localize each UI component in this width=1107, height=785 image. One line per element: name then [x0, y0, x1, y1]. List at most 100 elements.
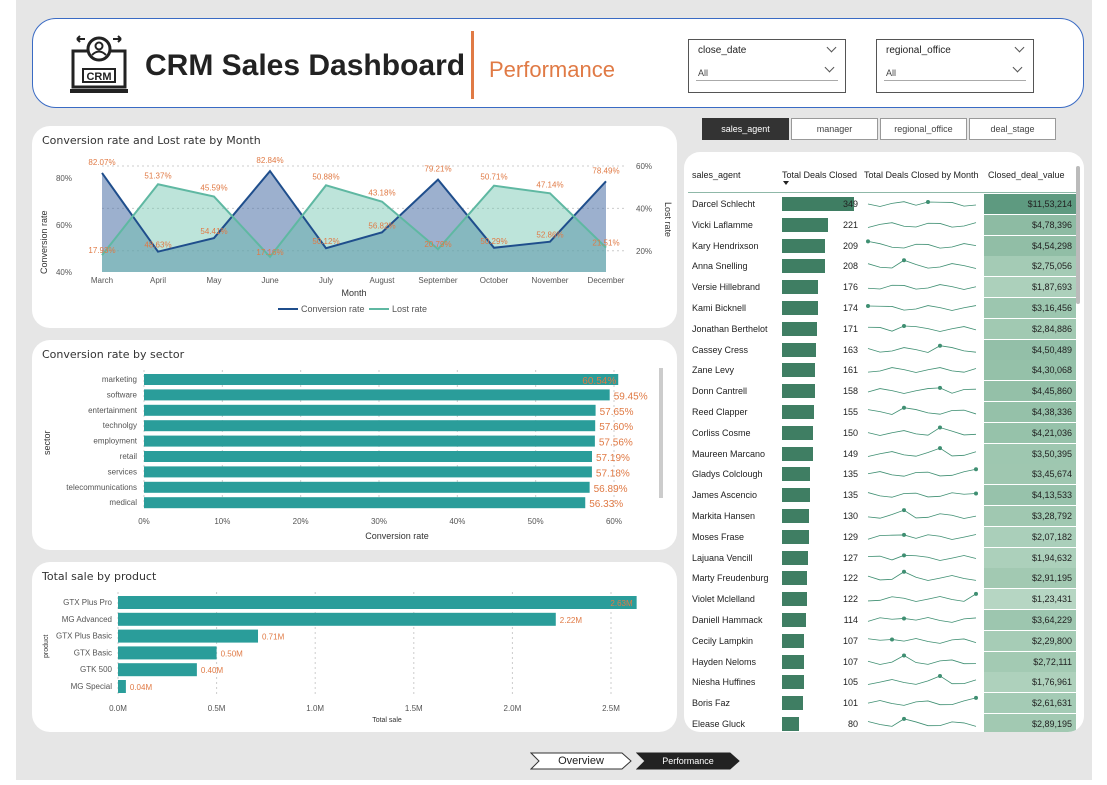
- slicer-value[interactable]: All: [886, 68, 896, 78]
- product-bar-chart[interactable]: 0.0M 0.5M 1.0M 1.5M 2.0M 2.5M GTX Plus Pro 2.63…: [32, 562, 677, 732]
- column-header-agent[interactable]: sales_agent: [692, 170, 741, 180]
- closed-deal-value: $2,91,195: [984, 568, 1076, 589]
- deals-bar: [782, 613, 806, 627]
- agent-name: Versie Hillebrand: [692, 282, 761, 293]
- agent-name: Cassey Cress: [692, 344, 749, 355]
- table-row[interactable]: Violet Mclelland 122 $1,23,431: [684, 589, 1076, 610]
- nav-overview-button[interactable]: Overview: [530, 752, 632, 770]
- x-axis-label: Month: [341, 288, 366, 298]
- sparkline-peak-dot: [902, 405, 906, 410]
- slicer-underline: [696, 80, 838, 81]
- lost-data-label: 21.51%: [592, 239, 619, 248]
- deals-value: 171: [842, 323, 858, 334]
- column-header-deals[interactable]: Total Deals Closed: [782, 170, 857, 180]
- deals-value: 122: [842, 594, 858, 605]
- chevron-down-icon[interactable]: [824, 62, 835, 73]
- table-row[interactable]: Jonathan Berthelot 171 $2,84,886: [684, 318, 1076, 339]
- sector-category-label: telecommunications: [66, 483, 137, 492]
- product-value-label: 0.71M: [262, 633, 285, 642]
- product-value-label: 0.50M: [221, 649, 244, 658]
- closed-deal-value: $2,29,800: [984, 630, 1076, 651]
- agent-name: Boris Faz: [692, 698, 731, 709]
- table-row[interactable]: Markita Hansen 130 $3,28,792: [684, 506, 1076, 526]
- monthly-sparkline: [867, 696, 978, 706]
- agent-name: Daniell Hammack: [692, 615, 763, 625]
- table-row[interactable]: Kami Bicknell 174 $3,16,456: [684, 298, 1076, 318]
- y-right-tick: 20%: [636, 247, 652, 256]
- product-bar: [118, 629, 259, 643]
- scrollbar[interactable]: [659, 368, 663, 498]
- sparkline-path: [867, 240, 977, 249]
- sector-category-label: medical: [109, 498, 137, 507]
- table-row[interactable]: Elease Gluck 80 $2,89,195: [684, 714, 1076, 732]
- x-tick: July: [319, 276, 333, 285]
- deals-bar: [782, 425, 813, 440]
- table-row[interactable]: Gladys Colclough 135 $3,45,674: [684, 464, 1076, 485]
- table-row[interactable]: Maureen Marcano 149 $3,50,395: [684, 443, 1076, 464]
- x-tick: March: [91, 276, 113, 285]
- table-row[interactable]: Moses Frase 129 $2,07,182: [684, 526, 1076, 547]
- conversion-lost-line-chart[interactable]: 80% 60% 40% 60% 40% 20% March April May June July A…: [32, 126, 677, 328]
- regional-office-slicer[interactable]: regional_office All: [876, 39, 1034, 93]
- table-row[interactable]: Niesha Huffines 105 $1,76,961: [684, 672, 1076, 693]
- table-row[interactable]: Marty Freudenburg 122 $2,91,195: [684, 568, 1076, 589]
- sector-category-label: software: [107, 390, 138, 399]
- closed-deal-value: $4,30,068: [984, 360, 1076, 381]
- sparkline-peak-dot: [902, 653, 906, 658]
- product-value-label: 2.63M: [610, 599, 633, 608]
- y-axis-right-label: Lost rate: [663, 202, 673, 237]
- sector-category-label: retail: [120, 452, 138, 461]
- column-header-value[interactable]: Closed_deal_value: [988, 170, 1065, 180]
- sparkline-peak-dot: [890, 637, 894, 642]
- sales-agent-table: sales_agent Total Deals Closed Total Dea…: [684, 152, 1084, 732]
- tab-deal-stage[interactable]: deal_stage: [969, 118, 1056, 140]
- deals-bar: [782, 675, 804, 690]
- table-row[interactable]: Hayden Neloms 107 $2,72,111: [684, 651, 1076, 672]
- chevron-down-icon[interactable]: [1014, 42, 1025, 53]
- table-row[interactable]: Boris Faz 101 $2,61,631: [684, 693, 1076, 714]
- conversion-data-label: 48.63%: [144, 241, 171, 250]
- table-row[interactable]: Versie Hillebrand 176 $1,87,693: [684, 277, 1076, 298]
- sparkline-peak-dot: [938, 425, 942, 430]
- tab-regional-office[interactable]: regional_office: [880, 118, 967, 140]
- table-row[interactable]: Daniell Hammack 114 $3,64,229: [684, 610, 1076, 630]
- deals-bar: [782, 342, 816, 357]
- table-row[interactable]: Vicki Laflamme 221 $4,78,396: [684, 214, 1076, 235]
- sparkline-path: [867, 426, 977, 436]
- chevron-down-icon[interactable]: [826, 42, 837, 53]
- table-row[interactable]: Kary Hendrixson 209 $4,54,298: [684, 235, 1076, 256]
- nav-performance-button[interactable]: Performance: [636, 752, 740, 770]
- deals-value: 129: [842, 531, 858, 542]
- table-row[interactable]: Lajuana Vencill 127 $1,94,632: [684, 547, 1076, 568]
- column-header-monthly[interactable]: Total Deals Closed by Month: [864, 170, 979, 180]
- sparkline-path: [867, 654, 977, 665]
- table-row[interactable]: Donn Cantrell 158 $4,45,860: [684, 381, 1076, 402]
- x-axis-label: Conversion rate: [365, 531, 429, 541]
- sparkline-path: [867, 617, 977, 623]
- table-row[interactable]: Anna Snelling 208 $2,75,056: [684, 256, 1076, 277]
- sparkline-path: [867, 260, 977, 270]
- sector-value-label: 57.19%: [596, 453, 630, 464]
- monthly-sparkline: [867, 367, 977, 374]
- table-row[interactable]: Corliss Cosme 150 $4,21,036: [684, 422, 1076, 443]
- sparkline-path: [867, 554, 977, 561]
- sector-bar-chart[interactable]: 0% 10% 20% 30% 40% 50% 60% marketing 60.54% softw…: [32, 340, 677, 550]
- deals-bar: [782, 571, 808, 586]
- scrollbar[interactable]: [1076, 166, 1080, 304]
- slicer-value[interactable]: All: [698, 68, 708, 78]
- table-row[interactable]: Zane Levy 161 $4,30,068: [684, 360, 1076, 381]
- table-row[interactable]: James Ascencio 135 $4,13,533: [684, 485, 1076, 506]
- chevron-down-icon[interactable]: [1012, 62, 1023, 73]
- tab-sales-agent[interactable]: sales_agent: [702, 118, 789, 140]
- deals-value: 122: [842, 573, 858, 584]
- table-row[interactable]: Cecily Lampkin 107 $2,29,800: [684, 630, 1076, 651]
- closed-deal-value: $1,94,632: [984, 547, 1076, 568]
- close-date-slicer[interactable]: close_date All: [688, 39, 846, 93]
- deals-value: 176: [842, 282, 858, 293]
- table-row[interactable]: Darcel Schlecht 349 $11,53,214: [684, 194, 1076, 214]
- table-row[interactable]: Cassey Cress 163 $4,50,489: [684, 339, 1076, 360]
- tab-manager[interactable]: manager: [791, 118, 878, 140]
- table-row[interactable]: Reed Clapper 155 $4,38,336: [684, 402, 1076, 422]
- monthly-sparkline: [867, 323, 977, 332]
- page-subtitle: Performance: [489, 57, 615, 82]
